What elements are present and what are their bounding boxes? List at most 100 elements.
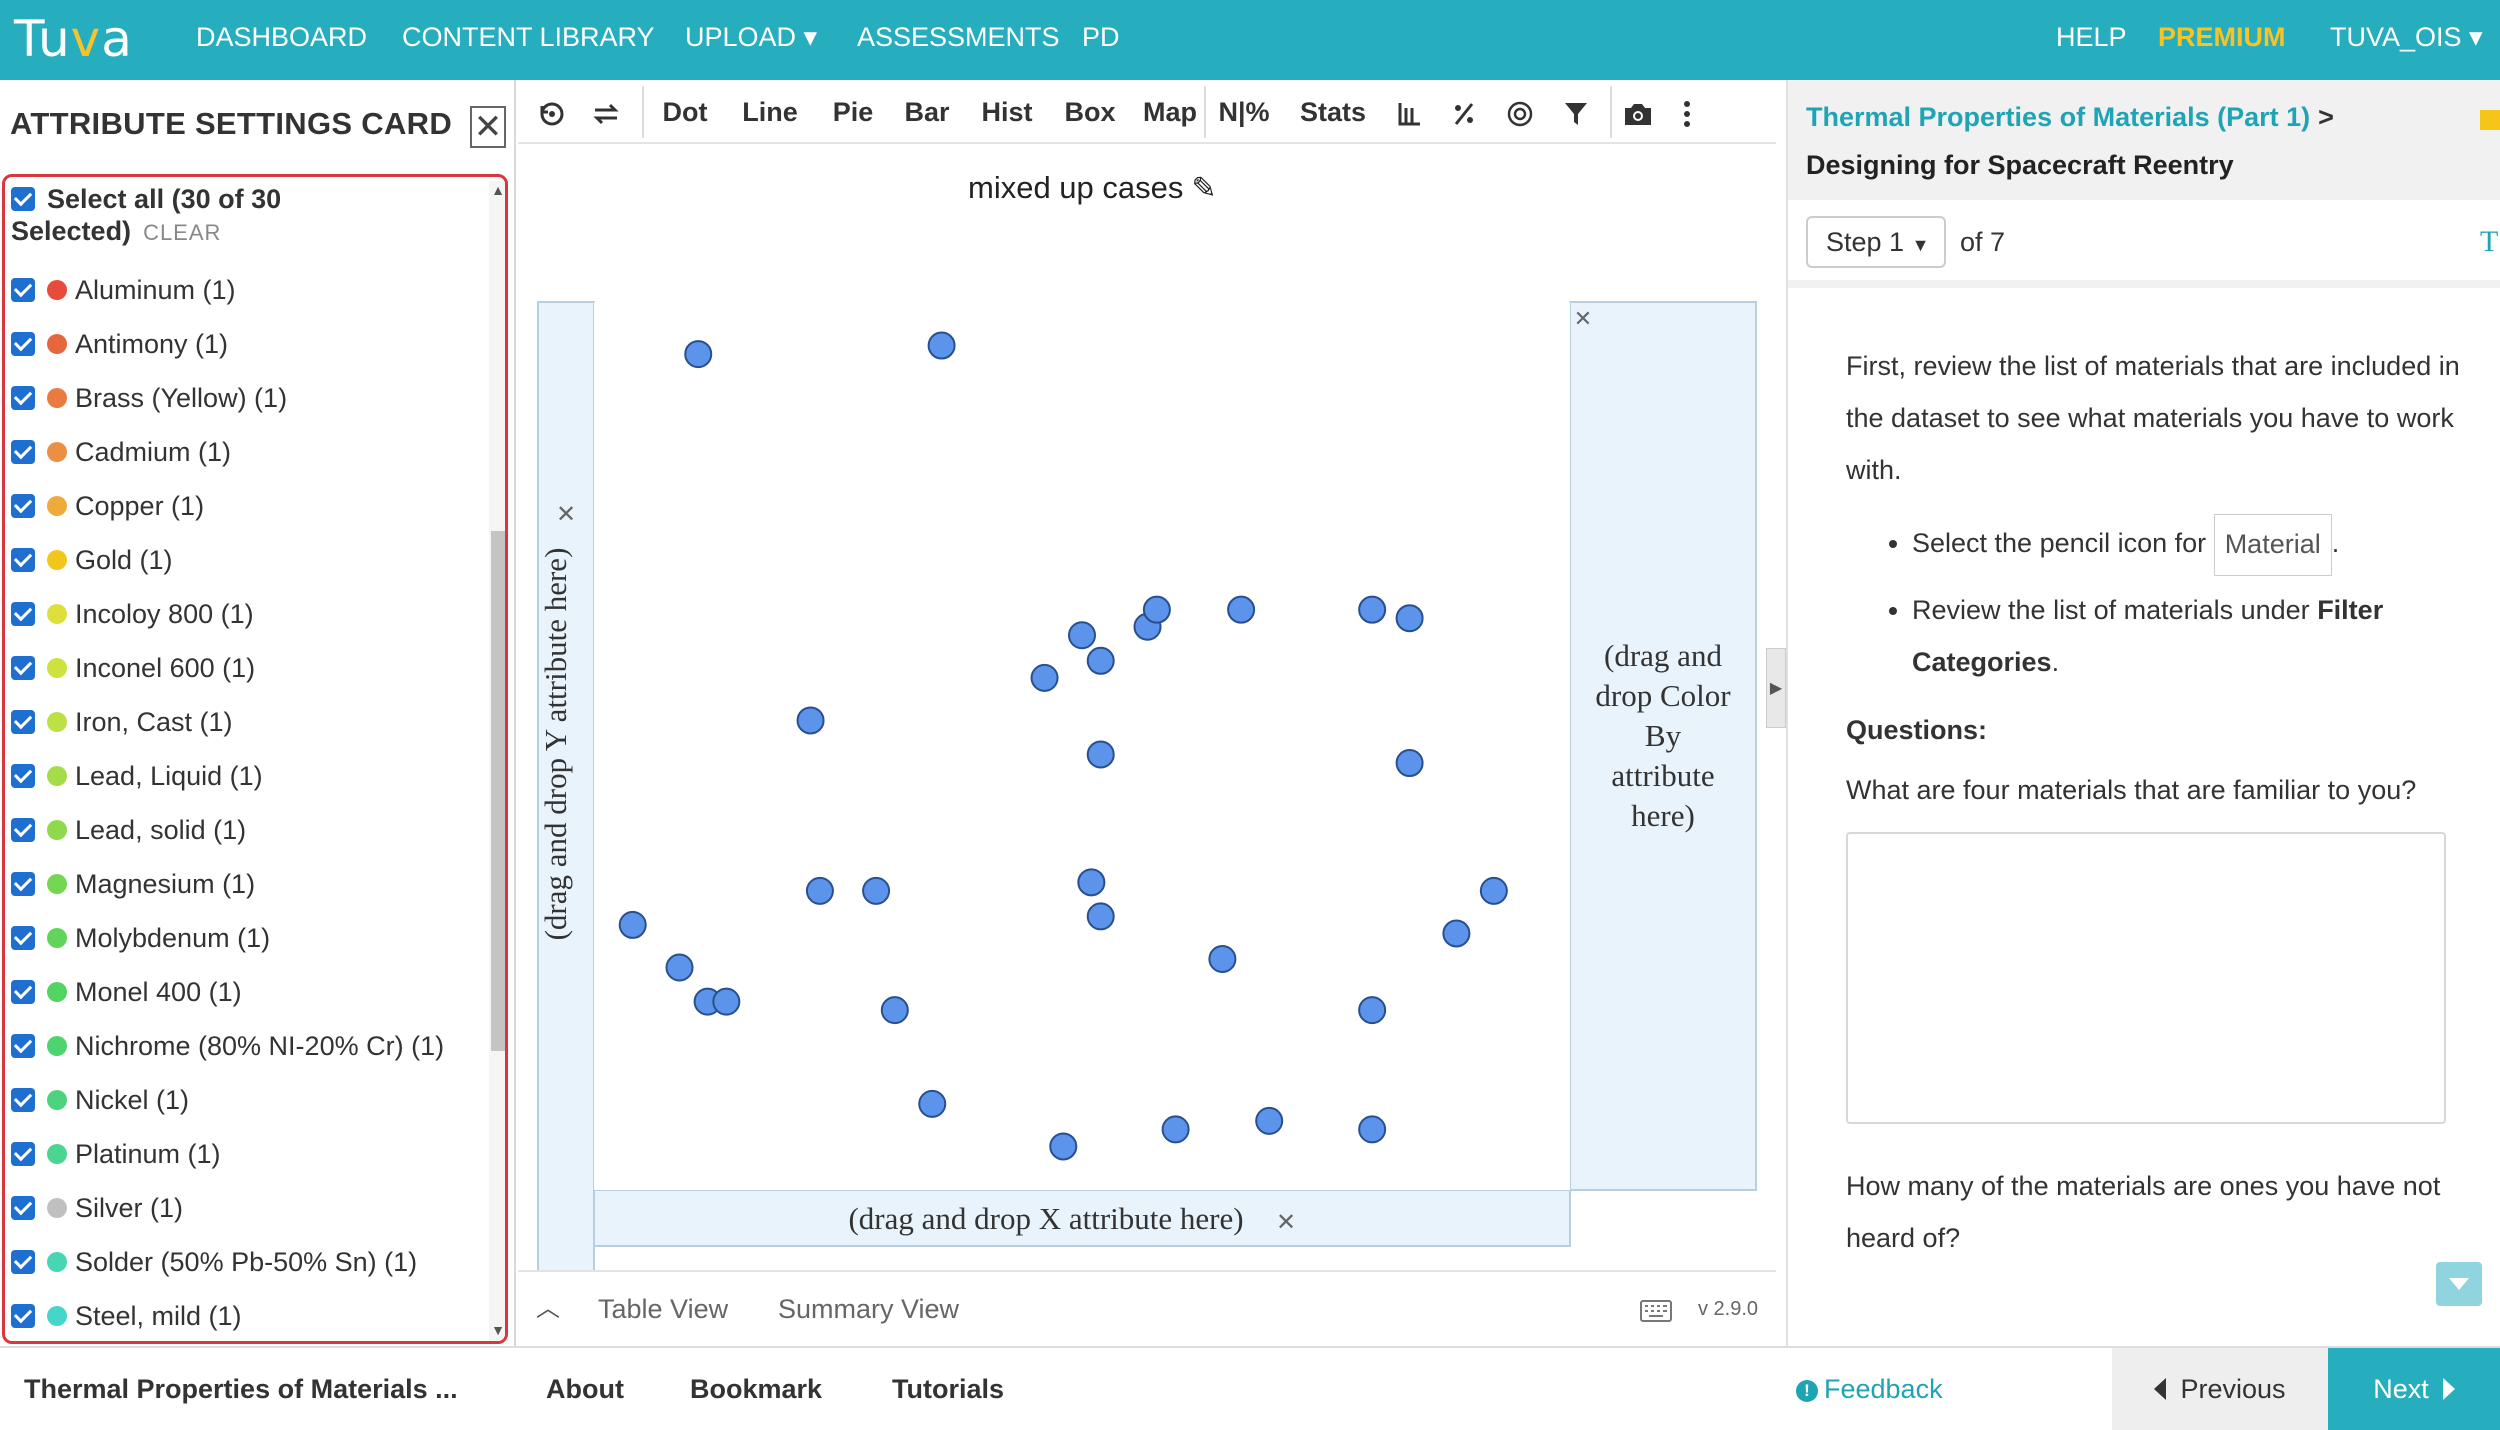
data-point[interactable] <box>1227 595 1256 624</box>
data-point[interactable] <box>1208 945 1237 973</box>
data-point[interactable] <box>1049 1132 1078 1161</box>
nav-content-library[interactable]: CONTENT LIBRARY <box>402 0 655 80</box>
filter-item[interactable]: Solder (50% Pb-50% Sn) (1) <box>11 1235 481 1289</box>
filter-item[interactable]: Copper (1) <box>11 479 481 533</box>
camera-icon[interactable] <box>1616 80 1660 144</box>
data-point[interactable] <box>1255 1106 1284 1135</box>
filter-item[interactable]: Incoloy 800 (1) <box>11 587 481 641</box>
x-axis-remove-icon[interactable]: ✕ <box>1276 1208 1296 1236</box>
nav-pd[interactable]: PD <box>1082 0 1120 80</box>
filter-item[interactable]: Brass (Yellow) (1) <box>11 371 481 425</box>
data-point[interactable] <box>1395 749 1424 778</box>
filter-item[interactable]: Lead, solid (1) <box>11 803 481 857</box>
scrollbar-thumb[interactable] <box>491 531 505 1051</box>
filter-item-checkbox[interactable] <box>11 764 35 788</box>
percent-icon[interactable] <box>1444 80 1484 144</box>
filter-item-checkbox[interactable] <box>11 818 35 842</box>
dot-plot-button[interactable]: Dot <box>646 80 724 144</box>
bar-chart-button[interactable]: Bar <box>890 80 964 144</box>
data-point[interactable] <box>796 706 825 735</box>
data-point[interactable] <box>1068 621 1096 650</box>
nav-premium[interactable]: PREMIUM <box>2158 0 2286 80</box>
more-vertical-icon[interactable] <box>1672 80 1702 144</box>
target-icon[interactable] <box>1500 80 1540 144</box>
data-point[interactable] <box>1395 604 1424 633</box>
data-point[interactable] <box>712 987 741 1016</box>
filter-item-checkbox[interactable] <box>11 1196 35 1220</box>
data-point[interactable] <box>1142 595 1171 624</box>
filter-item-checkbox[interactable] <box>11 440 35 464</box>
filter-icon[interactable] <box>1556 80 1596 144</box>
filter-item[interactable]: Aluminum (1) <box>11 263 481 317</box>
nav-assessments[interactable]: ASSESSMENTS <box>857 0 1060 80</box>
data-point[interactable] <box>1086 902 1115 931</box>
chevron-up-icon[interactable]: ︿ <box>536 1272 560 1346</box>
tuva-logo[interactable]: Tuva <box>14 6 133 72</box>
step-dropdown[interactable]: Step 1 ▼ <box>1806 216 1946 268</box>
filter-item-checkbox[interactable] <box>11 494 35 518</box>
filter-item[interactable]: Platinum (1) <box>11 1127 481 1181</box>
data-point[interactable] <box>918 1089 947 1118</box>
nav-help[interactable]: HELP <box>2056 0 2127 80</box>
count-percent-button[interactable]: N|% <box>1208 80 1280 144</box>
line-plot-button[interactable]: Line <box>724 80 816 144</box>
next-button[interactable]: Next <box>2328 1348 2500 1430</box>
text-size-icon[interactable]: T <box>2480 216 2498 268</box>
nav-dashboard[interactable]: DASHBOARD <box>196 0 367 80</box>
filter-item-checkbox[interactable] <box>11 1088 35 1112</box>
filter-item-checkbox[interactable] <box>11 332 35 356</box>
filter-item[interactable]: Nickel (1) <box>11 1073 481 1127</box>
filter-item-checkbox[interactable] <box>11 656 35 680</box>
filter-item[interactable]: Monel 400 (1) <box>11 965 481 1019</box>
table-view-tab[interactable]: Table View <box>598 1272 728 1346</box>
filter-item[interactable]: Gold (1) <box>11 533 481 587</box>
nav-user-menu[interactable]: TUVA_OIS ▾ <box>2330 0 2483 80</box>
filter-item-checkbox[interactable] <box>11 710 35 734</box>
filter-item-checkbox[interactable] <box>11 278 35 302</box>
map-button[interactable]: Map <box>1130 80 1210 144</box>
feedback-link[interactable]: ! Feedback <box>1796 1348 1943 1430</box>
filter-item[interactable]: Antimony (1) <box>11 317 481 371</box>
filter-item[interactable]: Silver (1) <box>11 1181 481 1235</box>
scroll-up-icon[interactable]: ▲ <box>491 183 505 197</box>
answer-textarea[interactable] <box>1846 832 2446 1124</box>
clear-button[interactable]: CLEAR <box>143 220 221 245</box>
filter-item-checkbox[interactable] <box>11 386 35 410</box>
breadcrumb-link[interactable]: Thermal Properties of Materials (Part 1) <box>1806 102 2310 132</box>
data-point[interactable] <box>665 953 694 982</box>
filter-item[interactable]: Lead, Liquid (1) <box>11 749 481 803</box>
filter-item-checkbox[interactable] <box>11 1034 35 1058</box>
color-by-remove-icon[interactable]: ✕ <box>1574 307 1592 332</box>
select-all-checkbox[interactable] <box>11 187 35 211</box>
filter-item-checkbox[interactable] <box>11 602 35 626</box>
previous-button[interactable]: Previous <box>2112 1348 2328 1430</box>
about-link[interactable]: About <box>546 1348 624 1430</box>
histogram-button[interactable]: Hist <box>964 80 1050 144</box>
summary-view-tab[interactable]: Summary View <box>778 1272 959 1346</box>
close-x-icon[interactable]: ✕ <box>470 106 506 148</box>
stats-button[interactable]: Stats <box>1288 80 1378 144</box>
scroll-down-button[interactable] <box>2436 1262 2482 1306</box>
data-point[interactable] <box>1077 868 1106 897</box>
filter-item-checkbox[interactable] <box>11 1250 35 1274</box>
filter-item[interactable]: Iron, Cast (1) <box>11 695 481 749</box>
data-point[interactable] <box>927 331 956 360</box>
keyboard-icon[interactable] <box>1640 1272 1672 1346</box>
filter-item[interactable]: Nichrome (80% NI-20% Cr) (1) <box>11 1019 481 1073</box>
data-point[interactable] <box>805 876 834 905</box>
filter-item-checkbox[interactable] <box>11 548 35 572</box>
filter-item[interactable]: Steel, mild (1) <box>11 1289 481 1341</box>
tutorials-link[interactable]: Tutorials <box>892 1348 1004 1430</box>
select-all-row[interactable]: Select all (30 of 30 Selected) CLEAR <box>11 183 471 249</box>
data-point[interactable] <box>1358 595 1387 624</box>
shuffle-icon[interactable] <box>584 80 628 144</box>
data-point[interactable] <box>1161 1115 1190 1144</box>
data-point[interactable] <box>684 340 713 369</box>
data-point[interactable] <box>862 876 891 905</box>
filter-item-checkbox[interactable] <box>11 980 35 1004</box>
filter-item[interactable]: Molybdenum (1) <box>11 911 481 965</box>
filter-item[interactable]: Magnesium (1) <box>11 857 481 911</box>
list-scrollbar[interactable]: ▲ ▼ <box>489 181 505 1341</box>
bookmark-flag-icon[interactable] <box>2480 110 2500 130</box>
bookmark-link[interactable]: Bookmark <box>690 1348 822 1430</box>
